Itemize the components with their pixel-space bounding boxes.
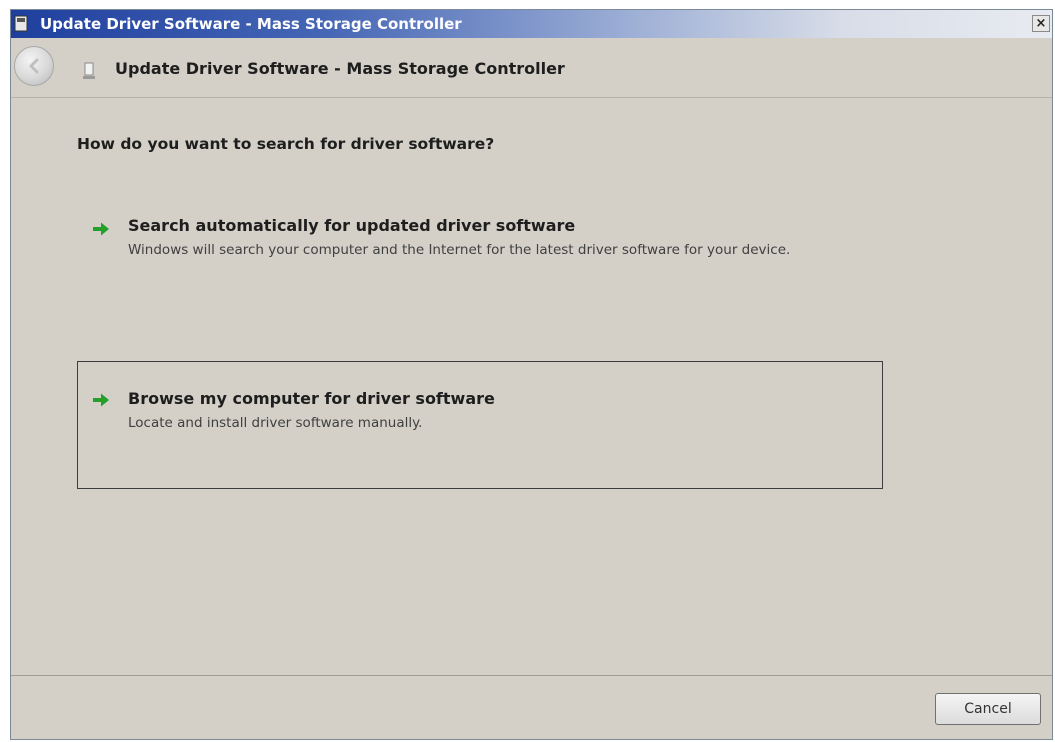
device-icon <box>83 62 95 79</box>
green-arrow-icon <box>93 222 109 236</box>
search-automatically-option[interactable]: Search automatically for updated driver … <box>77 205 883 315</box>
back-button[interactable] <box>14 46 54 86</box>
back-arrow-icon <box>29 58 39 74</box>
cancel-button[interactable]: Cancel <box>935 693 1041 725</box>
window-title: Update Driver Software - Mass Storage Co… <box>40 15 462 33</box>
wizard-header: Update Driver Software - Mass Storage Co… <box>11 38 1052 98</box>
browse-computer-option[interactable]: Browse my computer for driver software L… <box>77 361 883 489</box>
option-description: Windows will search your computer and th… <box>128 242 791 258</box>
page-title: Update Driver Software - Mass Storage Co… <box>115 59 565 78</box>
close-button[interactable]: × <box>1032 15 1050 32</box>
green-arrow-icon <box>93 393 109 407</box>
title-bar[interactable]: Update Driver Software - Mass Storage Co… <box>11 10 1052 38</box>
option-title: Browse my computer for driver software <box>128 389 495 408</box>
dialog-footer: Cancel <box>11 675 1052 739</box>
update-driver-dialog: Update Driver Software - Mass Storage Co… <box>10 9 1053 740</box>
device-icon <box>14 15 28 32</box>
search-question: How do you want to search for driver sof… <box>77 135 495 153</box>
option-title: Search automatically for updated driver … <box>128 216 576 235</box>
option-description: Locate and install driver software manua… <box>128 415 423 431</box>
